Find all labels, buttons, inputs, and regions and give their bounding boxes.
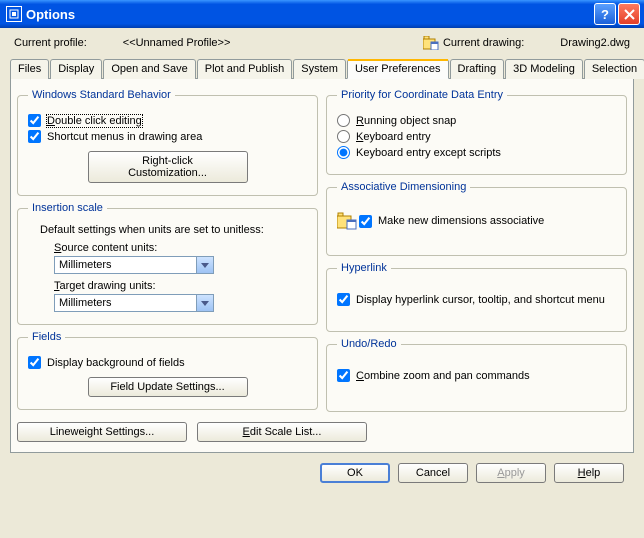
display-background-fields-label[interactable]: Display background of fields bbox=[47, 357, 185, 369]
combine-zoom-pan-label[interactable]: Combine zoom and pan commands bbox=[356, 370, 530, 382]
cancel-button[interactable]: Cancel bbox=[398, 463, 468, 483]
right-click-customization-button[interactable]: Right-click Customization... bbox=[88, 151, 248, 183]
tab-system[interactable]: System bbox=[293, 59, 346, 79]
group-insertion-scale: Insertion scale Default settings when un… bbox=[17, 202, 318, 325]
field-update-settings-button[interactable]: Field Update Settings... bbox=[88, 377, 248, 397]
running-object-snap-radio[interactable] bbox=[337, 114, 350, 127]
group-legend: Insertion scale bbox=[28, 202, 107, 214]
keyboard-entry-label[interactable]: Keyboard entry bbox=[356, 131, 431, 143]
group-legend: Hyperlink bbox=[337, 262, 391, 274]
dialog-button-row: OK Cancel Apply Help bbox=[10, 453, 634, 483]
close-button[interactable] bbox=[618, 3, 640, 25]
profile-bar: Current profile: <<Unnamed Profile>> Cur… bbox=[10, 34, 634, 56]
combine-zoom-pan-checkbox[interactable] bbox=[337, 369, 350, 382]
shortcut-menus-checkbox[interactable] bbox=[28, 130, 41, 143]
lineweight-settings-button[interactable]: Lineweight Settings... bbox=[17, 422, 187, 442]
keyboard-except-scripts-label[interactable]: Keyboard entry except scripts bbox=[356, 147, 501, 159]
double-click-editing-label[interactable]: Double click editing bbox=[47, 115, 142, 127]
group-priority-coordinate-entry: Priority for Coordinate Data Entry Runni… bbox=[326, 89, 627, 175]
running-object-snap-label[interactable]: Running object snap bbox=[356, 115, 456, 127]
dropdown-icon bbox=[196, 295, 213, 311]
dimension-icon bbox=[337, 212, 357, 230]
tab-3d-modeling[interactable]: 3D Modeling bbox=[505, 59, 583, 79]
source-content-units-label: Source content units: bbox=[54, 242, 307, 254]
tab-user-preferences[interactable]: User Preferences bbox=[347, 59, 449, 79]
tab-open-and-save[interactable]: Open and Save bbox=[103, 59, 195, 79]
tab-strip: Files Display Open and Save Plot and Pub… bbox=[10, 58, 634, 79]
current-drawing-value: Drawing2.dwg bbox=[560, 37, 630, 49]
current-profile-value: <<Unnamed Profile>> bbox=[123, 37, 231, 49]
group-hyperlink: Hyperlink Display hyperlink cursor, tool… bbox=[326, 262, 627, 332]
display-hyperlink-cursor-label[interactable]: Display hyperlink cursor, tooltip, and s… bbox=[356, 294, 605, 306]
help-button[interactable]: Help bbox=[554, 463, 624, 483]
edit-scale-list-button[interactable]: Edit Scale List... bbox=[197, 422, 367, 442]
source-content-units-value: Millimeters bbox=[55, 257, 196, 273]
tab-drafting[interactable]: Drafting bbox=[450, 59, 505, 79]
ok-button[interactable]: OK bbox=[320, 463, 390, 483]
target-drawing-units-value: Millimeters bbox=[55, 295, 196, 311]
insertion-scale-defaults-text: Default settings when units are set to u… bbox=[40, 224, 307, 236]
keyboard-entry-radio[interactable] bbox=[337, 130, 350, 143]
group-legend: Windows Standard Behavior bbox=[28, 89, 175, 101]
group-fields: Fields Display background of fields Fiel… bbox=[17, 331, 318, 410]
keyboard-except-scripts-radio[interactable] bbox=[337, 146, 350, 159]
dropdown-icon bbox=[196, 257, 213, 273]
double-click-editing-checkbox[interactable] bbox=[28, 114, 41, 127]
drawing-icon bbox=[423, 36, 439, 50]
tab-files[interactable]: Files bbox=[10, 59, 49, 79]
make-new-dimensions-associative-label[interactable]: Make new dimensions associative bbox=[378, 215, 544, 227]
title-bar: Options ? bbox=[0, 0, 644, 28]
shortcut-menus-label[interactable]: Shortcut menus in drawing area bbox=[47, 131, 202, 143]
display-background-fields-checkbox[interactable] bbox=[28, 356, 41, 369]
app-icon bbox=[6, 6, 22, 22]
tab-selection[interactable]: Selection bbox=[584, 59, 644, 79]
source-content-units-select[interactable]: Millimeters bbox=[54, 256, 214, 274]
group-associative-dimensioning: Associative Dimensioning Make new dimens… bbox=[326, 181, 627, 256]
group-legend: Undo/Redo bbox=[337, 338, 401, 350]
tab-plot-and-publish[interactable]: Plot and Publish bbox=[197, 59, 293, 79]
target-drawing-units-select[interactable]: Millimeters bbox=[54, 294, 214, 312]
apply-button[interactable]: Apply bbox=[476, 463, 546, 483]
display-hyperlink-cursor-checkbox[interactable] bbox=[337, 293, 350, 306]
group-legend: Priority for Coordinate Data Entry bbox=[337, 89, 507, 101]
current-drawing-label: Current drawing: bbox=[443, 37, 524, 49]
current-profile-label: Current profile: bbox=[14, 37, 87, 49]
group-legend: Fields bbox=[28, 331, 65, 343]
help-titlebar-button[interactable]: ? bbox=[594, 3, 616, 25]
target-drawing-units-label: Target drawing units: bbox=[54, 280, 307, 292]
group-windows-standard-behavior: Windows Standard Behavior Double click e… bbox=[17, 89, 318, 196]
make-new-dimensions-associative-checkbox[interactable] bbox=[359, 215, 372, 228]
group-legend: Associative Dimensioning bbox=[337, 181, 470, 193]
group-undo-redo: Undo/Redo Combine zoom and pan commands bbox=[326, 338, 627, 412]
tab-panel-user-preferences: Windows Standard Behavior Double click e… bbox=[10, 79, 634, 453]
window-title: Options bbox=[26, 7, 592, 22]
tab-display[interactable]: Display bbox=[50, 59, 102, 79]
